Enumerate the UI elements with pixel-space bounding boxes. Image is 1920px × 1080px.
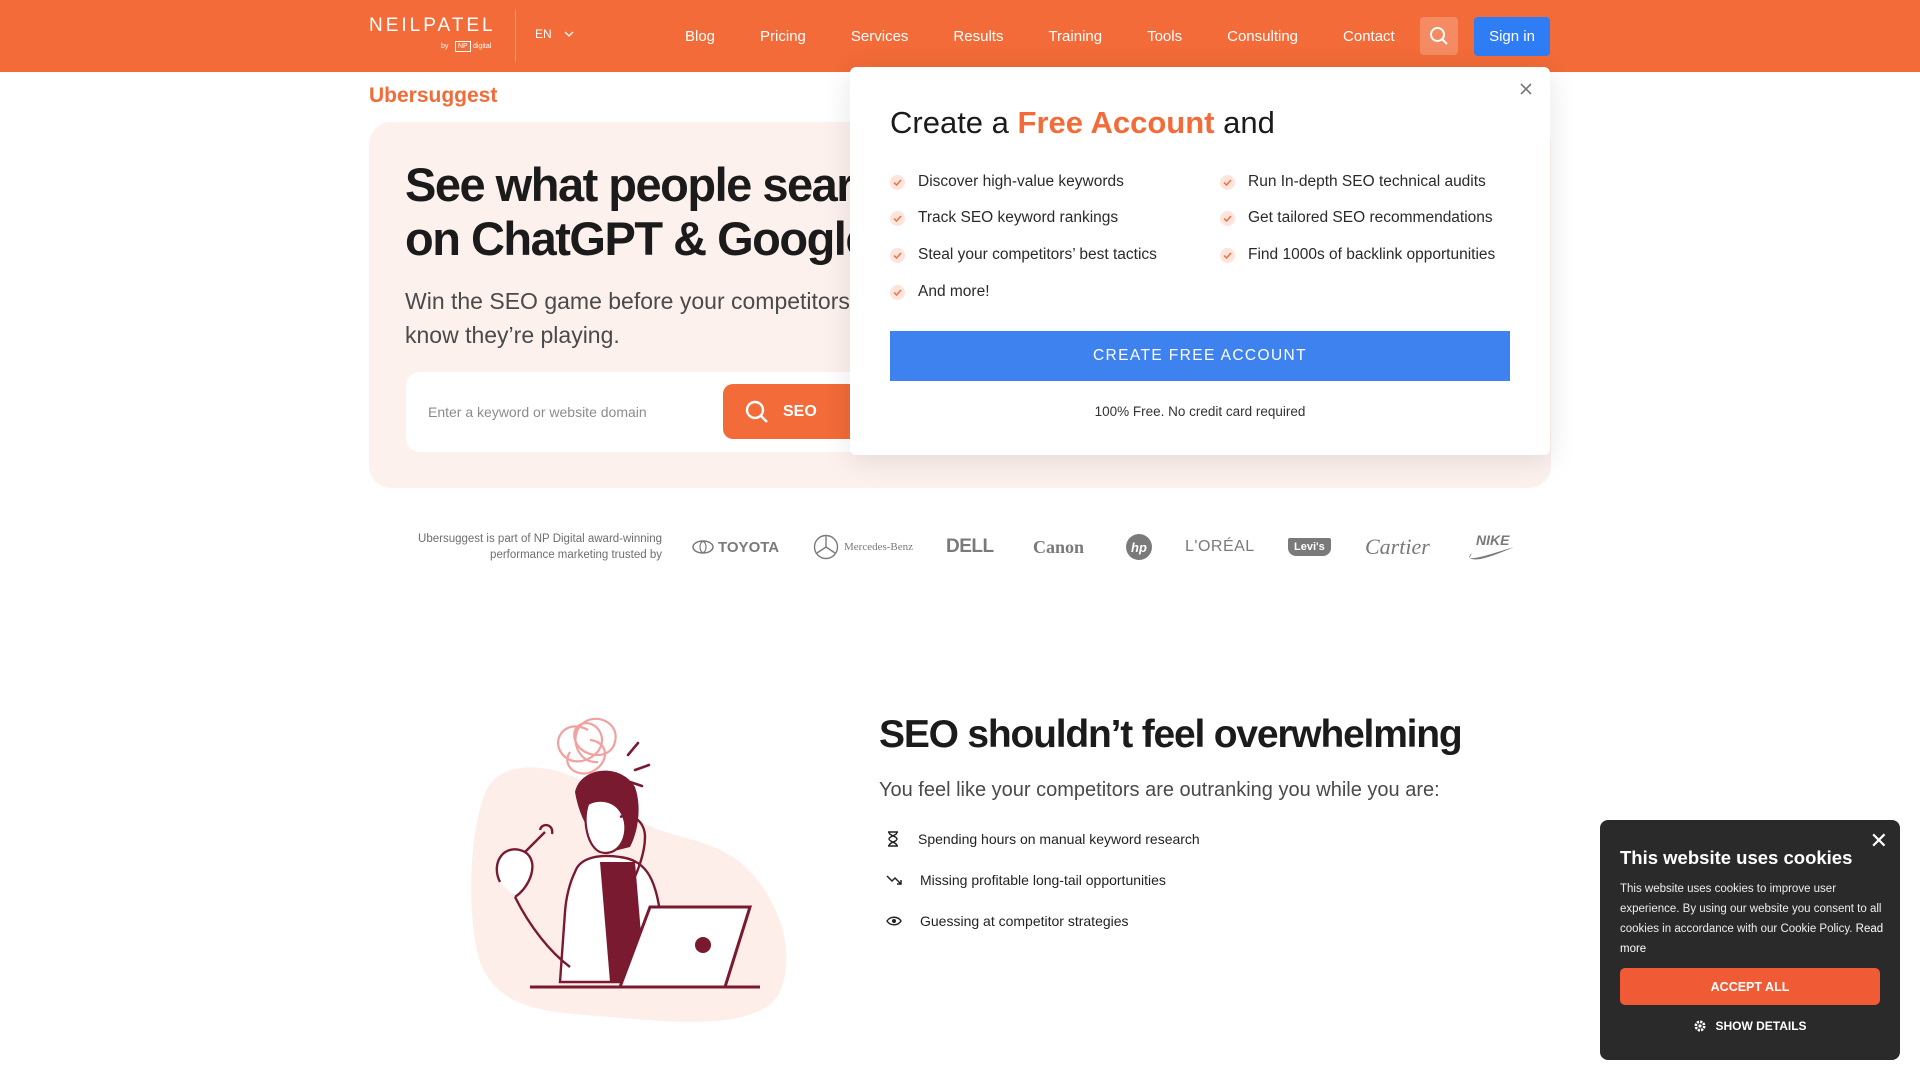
canon-logo: Canon bbox=[1033, 536, 1085, 557]
cookie-body: This website uses cookies to improve use… bbox=[1620, 883, 1884, 955]
cookie-consent-banner: ✕ This website uses cookies This website… bbox=[1600, 820, 1900, 1060]
pain-point-item: Spending hours on manual keyword researc… bbox=[886, 831, 1200, 847]
cartier-logo: Cartier bbox=[1365, 534, 1430, 559]
overwhelmed-person-illustration bbox=[471, 717, 787, 1022]
feature-item: And more! bbox=[890, 283, 990, 301]
nav-link-results[interactable]: Results bbox=[953, 28, 1003, 45]
section-title: SEO shouldn’t feel overwhelming bbox=[879, 713, 1463, 756]
top-navigation-bar: NEILPATEL by NP digital EN Blog Pricing … bbox=[0, 0, 1920, 72]
create-account-modal: Create a Free Account and Discover high-… bbox=[850, 67, 1550, 455]
seo-search-button-label: SEO bbox=[783, 402, 817, 420]
section-subtitle: You feel like your competitors are outra… bbox=[879, 779, 1440, 801]
check-icon bbox=[1220, 210, 1235, 226]
feature-item: Discover high-value keywords bbox=[890, 173, 1124, 191]
close-icon[interactable]: ✕ bbox=[1870, 830, 1888, 852]
logo-np-mark: NP bbox=[455, 41, 471, 52]
pain-point-item: Guessing at competitor strategies bbox=[886, 913, 1129, 929]
cookie-title: This website uses cookies bbox=[1620, 847, 1853, 868]
trusted-by-text: Ubersuggest is part of NP Digital award-… bbox=[418, 533, 662, 561]
show-details-button[interactable]: SHOW DETAILS bbox=[1600, 1019, 1900, 1033]
check-icon bbox=[1220, 174, 1235, 190]
trend-down-icon bbox=[886, 875, 902, 885]
check-icon bbox=[1220, 247, 1235, 263]
feature-item: Steal your competitors’ best tactics bbox=[890, 246, 1157, 264]
nav-link-contact[interactable]: Contact bbox=[1343, 28, 1395, 45]
language-selector[interactable]: EN bbox=[535, 27, 574, 41]
chevron-down-icon bbox=[564, 31, 574, 37]
dell-logo: DELL bbox=[946, 536, 994, 557]
create-free-account-button[interactable]: CREATE FREE ACCOUNT bbox=[890, 331, 1510, 381]
nav-links: Blog Pricing Services Results Training T… bbox=[680, 0, 1395, 72]
eye-icon bbox=[886, 916, 902, 926]
hp-logo: hp bbox=[1126, 528, 1152, 566]
mercedes-benz-logo: Mercedes-Benz bbox=[813, 528, 913, 566]
check-icon bbox=[890, 174, 905, 190]
feature-item: Track SEO keyword rankings bbox=[890, 209, 1118, 227]
nike-logo: NIKE bbox=[1468, 528, 1516, 566]
neilpatel-logo[interactable]: NEILPATEL by NP digital bbox=[369, 15, 497, 57]
nav-link-blog[interactable]: Blog bbox=[685, 28, 715, 45]
feature-item: Find 1000s of backlink opportunities bbox=[1220, 246, 1495, 264]
levis-logo: Levi's bbox=[1288, 528, 1331, 566]
sign-in-button[interactable]: Sign in bbox=[1474, 17, 1550, 56]
nav-link-services[interactable]: Services bbox=[851, 28, 909, 45]
hourglass-icon bbox=[888, 831, 898, 847]
keyword-search-input[interactable] bbox=[428, 372, 748, 452]
check-icon bbox=[890, 284, 905, 300]
nav-link-pricing[interactable]: Pricing bbox=[760, 28, 806, 45]
logo-digital: digital bbox=[473, 43, 492, 50]
ubersuggest-brand[interactable]: Ubersuggest bbox=[369, 84, 497, 108]
nav-link-training[interactable]: Training bbox=[1048, 28, 1102, 45]
close-icon[interactable] bbox=[1516, 79, 1536, 99]
brand-logos-row: TOYOTA Mercedes-Benz DELL Canon hp L'ORÉ… bbox=[690, 528, 1520, 566]
search-icon bbox=[1430, 27, 1448, 45]
language-label: EN bbox=[535, 27, 552, 41]
feature-item: Get tailored SEO recommendations bbox=[1220, 209, 1493, 227]
nav-link-tools[interactable]: Tools bbox=[1147, 28, 1182, 45]
check-icon bbox=[890, 210, 905, 226]
logo-by: by bbox=[441, 43, 449, 50]
feature-item: Run In-depth SEO technical audits bbox=[1220, 173, 1486, 191]
logo-wordmark: NEILPATEL bbox=[369, 15, 496, 36]
check-icon bbox=[890, 247, 905, 263]
search-button[interactable] bbox=[1420, 17, 1458, 55]
loreal-logo: L'ORÉAL bbox=[1185, 538, 1255, 555]
accept-all-button[interactable]: ACCEPT ALL bbox=[1620, 968, 1880, 1005]
pain-point-item: Missing profitable long-tail opportuniti… bbox=[886, 872, 1166, 888]
nav-link-consulting[interactable]: Consulting bbox=[1227, 28, 1298, 45]
toyota-logo: TOYOTA bbox=[692, 528, 779, 566]
nav-divider bbox=[515, 10, 516, 62]
modal-title: Create a Free Account and bbox=[890, 105, 1275, 140]
search-icon bbox=[745, 400, 768, 423]
modal-note: 100% Free. No credit card required bbox=[1094, 404, 1306, 419]
gear-icon bbox=[1694, 1020, 1706, 1032]
